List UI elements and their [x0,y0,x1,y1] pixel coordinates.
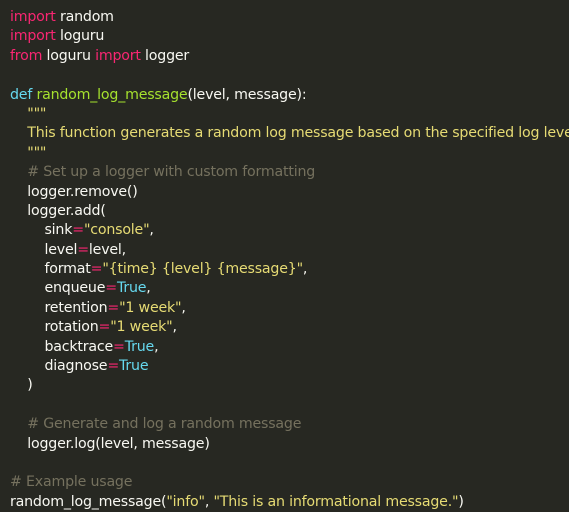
code-token-punct: , [146,280,151,297]
code-line[interactable]: logger.log(level, message) [10,435,569,454]
code-token-name: logger.remove() [10,183,138,200]
code-token-string: """ [10,105,47,122]
code-token-name: backtrace [10,338,114,355]
code-token-const: True [119,358,149,375]
code-token-string: This function generates a random log mes… [10,125,569,142]
code-token-op: = [98,319,111,336]
code-line[interactable]: backtrace=True, [10,338,569,357]
code-line[interactable]: format="{time} {level} {message}", [10,260,569,279]
code-line[interactable]: # Example usage [10,473,569,492]
code-token-op: = [113,338,125,355]
code-line[interactable]: """ [10,144,569,163]
code-line[interactable] [10,396,569,415]
code-token-punct: , [154,338,159,355]
code-token-name: enqueue [10,280,106,297]
code-token-string: "console" [83,222,150,239]
code-token-punct: ) [10,377,33,394]
code-token-op: = [107,299,120,316]
code-line[interactable]: diagnose=True [10,357,569,376]
code-token-punct: , [204,493,214,510]
code-token-punct: (level, message): [187,86,307,103]
code-token-name: level, [88,241,126,258]
code-token-name: retention [10,299,108,316]
code-line[interactable]: # Set up a logger with custom formatting [10,163,569,182]
code-token-op: = [107,358,120,375]
code-token-name: logger [140,47,190,64]
code-line[interactable]: rotation="1 week", [10,318,569,337]
code-token-punct: ) [458,493,464,510]
code-line[interactable]: # Generate and log a random message [10,415,569,434]
code-token-punct: , [172,319,177,336]
code-line[interactable]: def random_log_message(level, message): [10,86,569,105]
code-token-keyword: import [95,47,141,64]
code-token-string: "1 week" [119,299,182,316]
code-token-punct: , [181,299,186,316]
code-token-name: format [10,261,91,278]
code-token-string: "info" [166,493,205,510]
code-token-name: random_log_message( [10,493,167,510]
code-token-string: "1 week" [110,319,173,336]
code-token-const: def [10,86,33,103]
code-token-name: loguru [42,47,96,64]
code-token-comment: # Generate and log a random message [10,416,302,433]
code-line[interactable]: """ [10,105,569,124]
code-token-name: diagnose [10,358,108,375]
code-editor[interactable]: import random import loguru from loguru im… [0,0,569,510]
code-line[interactable]: enqueue=True, [10,279,569,298]
code-token-name: sink [10,222,73,239]
code-line[interactable] [10,454,569,473]
code-token-punct: , [149,222,154,239]
code-token-string: "{time} {level} {message}" [102,261,303,278]
code-token-name: loguru [55,28,105,45]
code-token-keyword: import [10,28,56,45]
code-token-punct: , [302,261,308,278]
code-line[interactable]: level=level, [10,241,569,260]
code-line[interactable]: ) [10,376,569,395]
code-line[interactable] [10,66,569,85]
code-token-name: logger.log(level, message) [10,435,210,452]
code-token-op: = [90,261,103,278]
code-token-name: level [10,241,78,258]
code-token-name: random [55,9,114,25]
code-line[interactable]: logger.add( [10,202,569,221]
code-token-string: "This is an informational message." [213,493,459,510]
code-line[interactable]: from loguru import logger [10,47,569,66]
code-line[interactable]: This function generates a random log mes… [10,124,569,143]
code-line[interactable]: sink="console", [10,221,569,240]
code-token-op: = [105,280,117,297]
code-token-func: random_log_message [36,86,188,103]
code-token-const: True [116,280,147,297]
code-token-op: = [77,241,89,258]
code-token-keyword: from [10,47,43,64]
code-token-string: """ [10,144,47,161]
code-token-name: logger.add( [10,202,106,219]
code-line[interactable]: retention="1 week", [10,299,569,318]
code-line[interactable]: import loguru [10,27,569,46]
code-line[interactable]: random_log_message("info", "This is an i… [10,493,569,512]
code-token-comment: # Example usage [10,474,133,491]
code-line[interactable]: import random [10,8,569,27]
code-token-keyword: import [10,9,56,25]
code-token-comment: # Set up a logger with custom formatting [10,164,316,181]
code-line[interactable]: logger.remove() [10,183,569,202]
code-token-const: True [124,338,155,355]
code-token-op: = [72,222,84,239]
code-token-name: rotation [10,319,99,336]
